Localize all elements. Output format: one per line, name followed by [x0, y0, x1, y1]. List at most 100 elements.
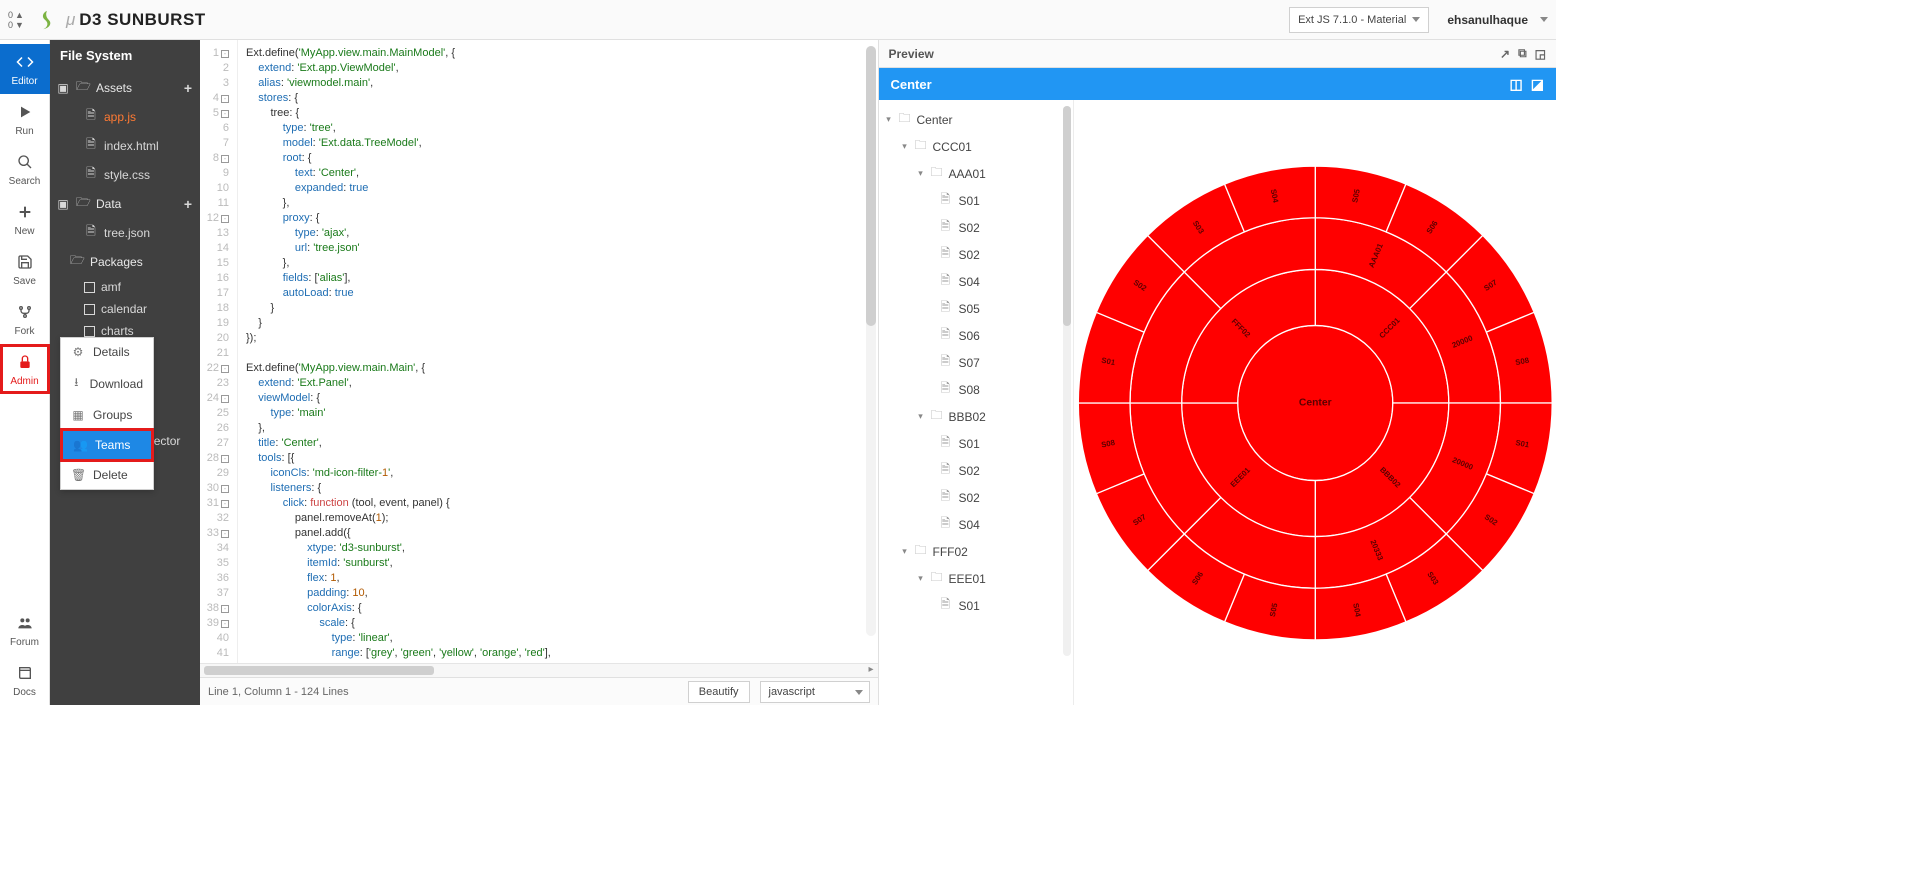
download-icon: ⭳ [71, 373, 82, 394]
fork-icon [15, 302, 35, 322]
tree-leaf[interactable]: 🗎S04 [879, 268, 1073, 295]
file-icon: 🗎 [941, 352, 955, 373]
tree-leaf[interactable]: 🗎S08 [879, 376, 1073, 403]
tree-leaf[interactable]: 🗎S05 [879, 295, 1073, 322]
tree-leaf[interactable]: 🗎S06 [879, 322, 1073, 349]
minus-square-icon: ▣ [56, 197, 70, 211]
chevron-down-icon: ▾ [899, 141, 911, 152]
editor-horizontal-scrollbar[interactable]: ▸ [200, 663, 878, 677]
tree-bbb02[interactable]: ▾🗀BBB02 [879, 403, 1073, 430]
folder-icon: 🗀 [899, 109, 913, 130]
menu-delete[interactable]: 🗑Delete [61, 461, 153, 489]
user-menu-chevron-icon[interactable] [1540, 17, 1548, 22]
menu-details[interactable]: ⚙Details [61, 338, 153, 366]
tree-fff02[interactable]: ▾🗀FFF02 [879, 538, 1073, 565]
preview-tree-panel: ▾🗀Center ▾🗀CCC01 ▾🗀AAA01 🗎S01 🗎S02 🗎S02 … [879, 100, 1074, 705]
folder-icon: 🗀 [931, 568, 945, 589]
add-data-icon[interactable]: + [184, 196, 192, 212]
folder-open-icon: 🗁 [76, 77, 90, 98]
file-index-html[interactable]: 🗎index.html [50, 131, 200, 160]
activity-bar: Editor Run Search New Save Fork [0, 40, 50, 705]
run-tool[interactable]: Run [0, 94, 50, 144]
play-icon [15, 102, 35, 122]
file-icon: 🗎 [84, 106, 98, 127]
editor-tool[interactable]: Editor [0, 44, 50, 94]
tree-leaf[interactable]: 🗎S02 [879, 484, 1073, 511]
forum-tool[interactable]: Forum [0, 605, 50, 655]
language-select[interactable]: javascript [760, 681, 870, 703]
admin-context-menu: ⚙Details ⭳Download ▦Groups 👥Teams 🗑Delet… [60, 337, 154, 490]
folder-data[interactable]: ▣ 🗁 Data + [50, 189, 200, 218]
admin-tool[interactable]: Admin [0, 344, 50, 394]
fork-tool[interactable]: Fork [0, 294, 50, 344]
file-style-css[interactable]: 🗎style.css [50, 160, 200, 189]
file-icon: 🗎 [941, 325, 955, 346]
chevron-down-icon [1412, 17, 1420, 22]
menu-groups[interactable]: ▦Groups [61, 401, 153, 429]
tree-leaf[interactable]: 🗎S01 [879, 187, 1073, 214]
pkg-calendar[interactable]: calendar [50, 298, 200, 320]
code-editor[interactable]: 1-234-5-678-9101112-13141516171819202122… [200, 40, 878, 663]
tree-leaf[interactable]: 🗎S07 [879, 349, 1073, 376]
folder-assets[interactable]: ▣ 🗁 Assets + [50, 73, 200, 102]
username[interactable]: ehsanulhaque [1447, 13, 1528, 27]
tree-aaa01[interactable]: ▾🗀AAA01 [879, 160, 1073, 187]
folder-packages[interactable]: 🗁Packages [50, 247, 200, 276]
tree-vertical-scrollbar[interactable] [1063, 106, 1071, 656]
cursor-status: Line 1, Column 1 - 124 Lines [208, 686, 349, 698]
title-prefix: μ [66, 10, 75, 30]
chevron-down-icon: ▾ [915, 411, 927, 422]
tree-center[interactable]: ▾🗀Center [879, 106, 1073, 133]
editor-vertical-scrollbar[interactable] [866, 46, 876, 636]
file-icon: 🗎 [941, 514, 955, 535]
users-icon: 👥 [73, 438, 87, 452]
file-icon: 🗎 [941, 298, 955, 319]
filter-2-icon[interactable]: ◪ [1531, 76, 1544, 93]
preview-column: Preview ↗ ⧉ ◲ Center ◫ ◪ ▾🗀Center ▾ 🗀 CCC0… [879, 40, 1557, 705]
tree-leaf[interactable]: 🗎S02 [879, 214, 1073, 241]
tree-leaf[interactable]: 🗎S02 [879, 457, 1073, 484]
folder-icon: 🗀 [931, 163, 945, 184]
popout-icon[interactable]: ◲ [1535, 47, 1546, 61]
beautify-button[interactable]: Beautify [688, 681, 750, 703]
top-bar: 0▲ 0▼ μ D3 SUNBURST Ext JS 7.1.0 - Mater… [0, 0, 1556, 40]
docs-tool[interactable]: Docs [0, 655, 50, 705]
lock-icon [15, 352, 35, 372]
pkg-amf[interactable]: amf [50, 276, 200, 298]
preview-header-title: Preview [889, 47, 934, 61]
file-icon: 🗎 [84, 164, 98, 185]
search-icon [15, 152, 35, 172]
copy-icon[interactable]: ⧉ [1518, 46, 1527, 61]
panel-title-bar: Center ◫ ◪ [879, 68, 1557, 100]
file-app-js[interactable]: 🗎app.js [50, 102, 200, 131]
menu-teams[interactable]: 👥Teams [60, 428, 154, 462]
sunburst-chart[interactable]: CCC01BBB02EEE01FFF02AAA01200002000020333… [1074, 100, 1557, 705]
new-tool[interactable]: New [0, 194, 50, 244]
tree-leaf[interactable]: 🗎S04 [879, 511, 1073, 538]
save-tool[interactable]: Save [0, 244, 50, 294]
save-icon [15, 252, 35, 272]
framework-select[interactable]: Ext JS 7.1.0 - Material [1289, 7, 1429, 33]
book-icon [15, 663, 35, 683]
code-area[interactable]: Ext.define('MyApp.view.main.MainModel', … [238, 40, 878, 663]
fiddle-title: D3 SUNBURST [79, 10, 205, 30]
tree-leaf[interactable]: 🗎S02 [879, 241, 1073, 268]
gear-icon: ⚙ [71, 345, 85, 359]
tree-leaf[interactable]: 🗎S01 [879, 592, 1073, 619]
file-tree-json[interactable]: 🗎tree.json [50, 218, 200, 247]
tree-eee01[interactable]: ▾🗀EEE01 [879, 565, 1073, 592]
add-asset-icon[interactable]: + [184, 80, 192, 96]
tree-ccc01[interactable]: ▾🗀CCC01 [879, 133, 1073, 160]
chevron-down-icon: ▾ [915, 573, 927, 584]
folder-icon: 🗀 [915, 136, 929, 157]
folder-open-icon: 🗁 [76, 193, 90, 214]
menu-download[interactable]: ⭳Download [61, 366, 153, 401]
share-icon[interactable]: ↗ [1500, 47, 1510, 61]
file-icon: 🗎 [941, 460, 955, 481]
filter-1-icon[interactable]: ◫ [1510, 76, 1523, 93]
file-icon: 🗎 [941, 487, 955, 508]
search-tool[interactable]: Search [0, 144, 50, 194]
tree-leaf[interactable]: 🗎S01 [879, 430, 1073, 457]
file-icon: 🗎 [84, 135, 98, 156]
folder-icon: 🗀 [931, 406, 945, 427]
